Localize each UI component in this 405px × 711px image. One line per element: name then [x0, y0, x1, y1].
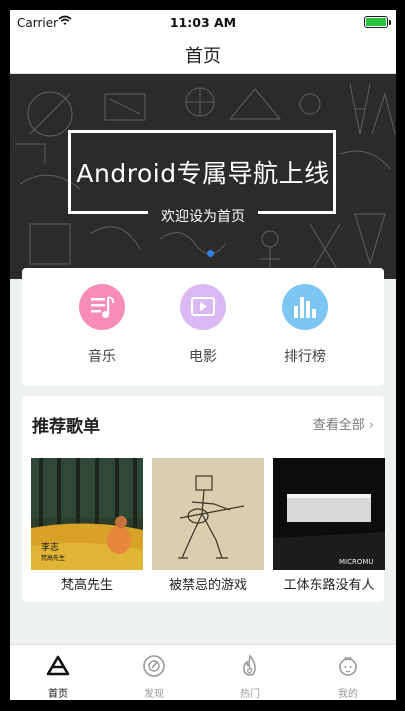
- cover-subtext: 梵高先生: [41, 554, 65, 562]
- playlist-item[interactable]: 李志 梵高先生 梵高先生: [31, 458, 143, 593]
- chevron-right-icon: ›: [368, 418, 374, 433]
- section-title: 推荐歌单: [32, 417, 100, 437]
- tab-hot[interactable]: 热门: [202, 653, 298, 700]
- banner-headline: Android专属导航上线: [76, 159, 330, 188]
- menu-item-label: 电影: [189, 349, 217, 365]
- navigation-bar: 首页: [10, 36, 396, 74]
- recommended-playlists-card: 推荐歌单 查看全部 › 李志 梵高先生 梵高先生 被禁忌的游戏 MICROMU …: [22, 396, 385, 602]
- bar-chart-icon: [282, 284, 328, 330]
- view-all-link[interactable]: 查看全部 ›: [313, 414, 374, 433]
- tab-discover[interactable]: 发现: [106, 653, 202, 700]
- app-screen: Carrier 11:03 AM 首页 Android专属导航上线 欢迎设为首页…: [10, 10, 396, 700]
- menu-item-music[interactable]: 音乐: [62, 284, 142, 366]
- menu-item-label: 音乐: [88, 349, 116, 365]
- cover-text: 李志: [41, 541, 59, 553]
- profile-mine-icon: [339, 656, 357, 676]
- playlist-name: 梵高先生: [60, 578, 113, 593]
- tab-mine[interactable]: 我的: [300, 653, 396, 700]
- bottom-tab-bar: 首页 发现 热门 我的: [10, 644, 396, 700]
- playlist-name: 工体东路没有人: [283, 578, 375, 593]
- play-video-icon: [180, 284, 226, 330]
- view-all-label: 查看全部: [312, 418, 365, 433]
- page-title: 首页: [185, 46, 221, 67]
- tab-label: 首页: [48, 689, 68, 700]
- cover-text: MICROMU: [339, 558, 374, 566]
- menu-item-movie[interactable]: 电影: [163, 284, 243, 366]
- clock-time: 11:03 AM: [169, 15, 237, 30]
- music-note-icon: [79, 284, 125, 330]
- tab-label: 发现: [144, 689, 164, 700]
- status-bar: Carrier 11:03 AM: [10, 10, 396, 36]
- promo-banner[interactable]: Android专属导航上线 欢迎设为首页: [10, 74, 396, 279]
- menu-item-label: 排行榜: [284, 349, 326, 365]
- album-cover-image: 李志 梵高先生: [31, 458, 143, 570]
- playlist-item[interactable]: MICROMU 工体东路没有人: [273, 458, 385, 593]
- tab-label: 热门: [240, 689, 260, 700]
- disc-discover-icon: [143, 655, 165, 677]
- tab-label: 我的: [338, 689, 358, 700]
- tab-home[interactable]: 首页: [10, 653, 106, 700]
- playlist-item[interactable]: 被禁忌的游戏: [152, 458, 264, 593]
- banner-subtitle: 欢迎设为首页: [161, 209, 245, 225]
- playlist-name: 被禁忌的游戏: [168, 578, 247, 593]
- album-cover-image: MICROMU: [273, 458, 385, 570]
- carousel-indicator-dot[interactable]: [207, 250, 214, 257]
- battery-icon: [364, 16, 391, 28]
- album-cover-image: [152, 458, 264, 570]
- flame-hot-icon: [243, 654, 256, 676]
- menu-item-ranking[interactable]: 排行榜: [265, 284, 345, 366]
- triangle-home-icon: [46, 655, 70, 676]
- quick-menu-card: 音乐 电影 排行榜: [22, 268, 384, 386]
